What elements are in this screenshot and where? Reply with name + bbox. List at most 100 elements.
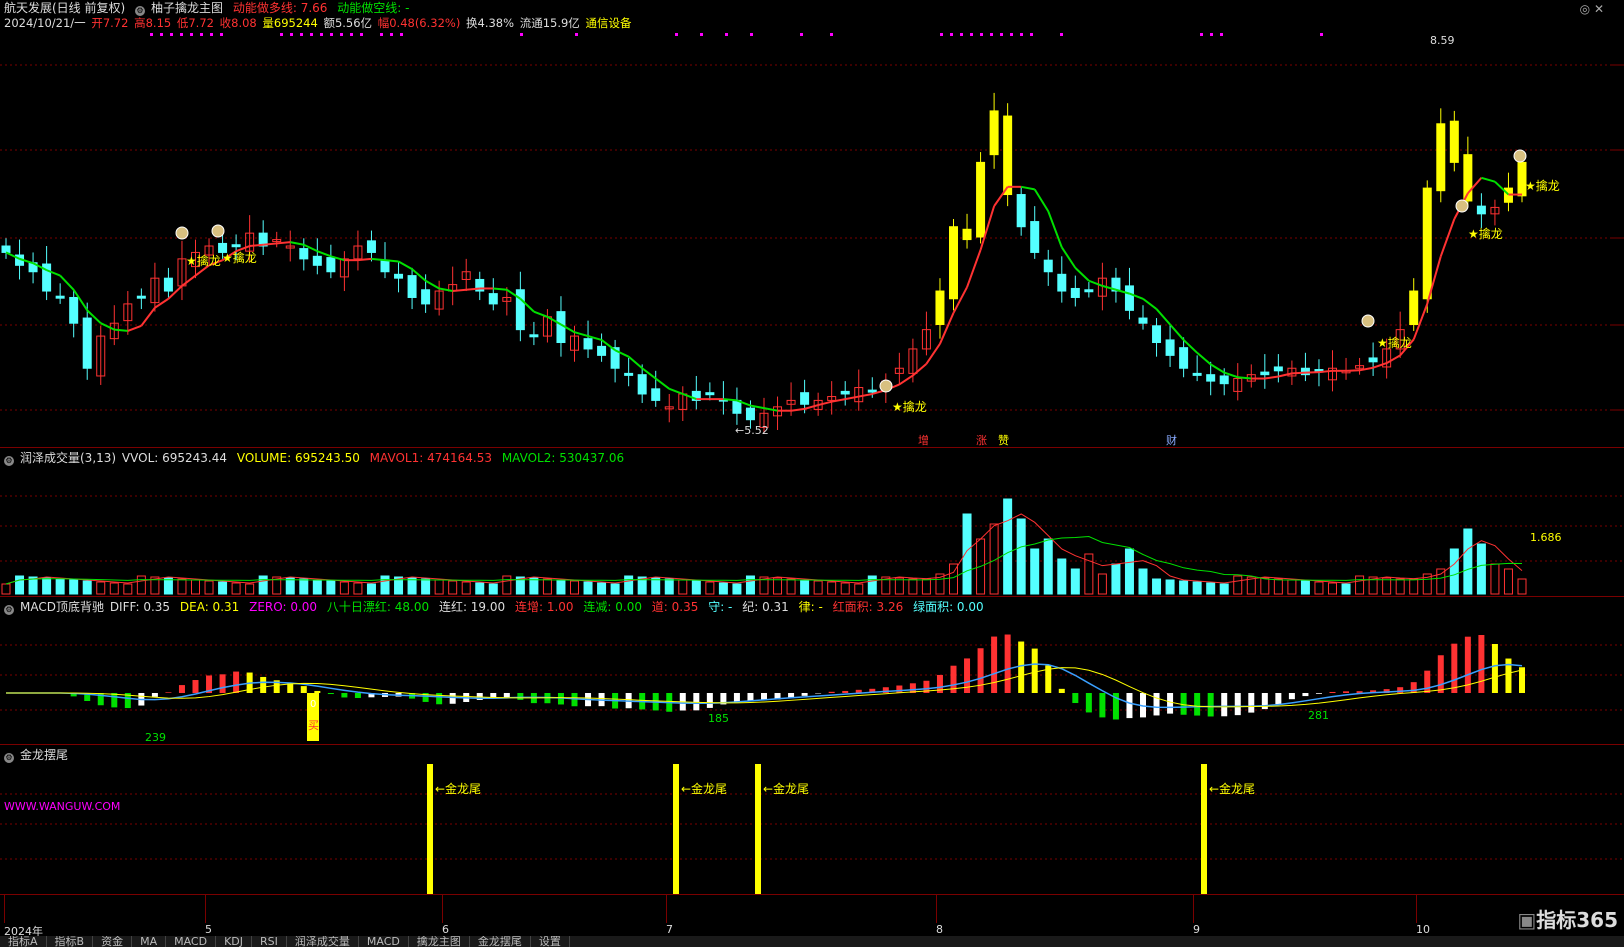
candlestick-chart[interactable]: 8.59←5.52★擒龙 ★擒龙★擒龙★擒龙★擒龙★擒龙增涨赞财: [0, 30, 1624, 447]
dragon-tail-label: ←金龙尾: [681, 781, 727, 796]
signal-dot: [1010, 33, 1013, 36]
dragon-chart[interactable]: ←金龙尾 ←金龙尾 ←金龙尾 ←金龙尾: [0, 764, 1624, 894]
volume-bar: [1287, 579, 1297, 595]
ma-line: [1196, 352, 1212, 366]
candle-body: [1043, 259, 1053, 273]
signal-dot: [575, 33, 578, 36]
volume-bar: [1517, 578, 1527, 595]
settings-icon[interactable]: ⚙: [4, 753, 14, 763]
bottom-tab[interactable]: KDJ: [216, 936, 253, 947]
bottom-tab[interactable]: 擒龙主图: [408, 936, 470, 947]
signal-dot: [380, 33, 383, 36]
candle-body: [1030, 221, 1040, 253]
mavol1-value: MAVOL1: 474164.53: [369, 451, 492, 465]
mavol1-line: [5, 513, 1523, 585]
macd-bar: [1248, 693, 1255, 713]
ma-line: [790, 407, 805, 412]
minimize-icon[interactable]: ◎: [1580, 2, 1590, 16]
macd-bar: [1275, 693, 1282, 705]
bottom-tab[interactable]: 润泽成交量: [286, 936, 359, 947]
macd-bar: [436, 693, 443, 705]
candle-body: [597, 345, 607, 356]
volume-bar: [840, 582, 850, 595]
ma-line: [1481, 176, 1496, 183]
volume-bar: [1165, 579, 1175, 595]
mavol2-value: MAVOL2: 530437.06: [501, 451, 625, 465]
macd-bar: [1004, 634, 1011, 693]
bottom-tab[interactable]: MACD: [166, 936, 217, 947]
quote-sector[interactable]: 通信设备: [585, 16, 631, 30]
x-axis-tick: [666, 895, 667, 923]
candle-body: [949, 226, 958, 300]
main-indicator-name[interactable]: 柚子擒龙主图: [151, 1, 223, 15]
bottom-tab[interactable]: 设置: [530, 936, 570, 947]
ma-line: [993, 186, 1009, 207]
volume-title[interactable]: 润泽成交量(3,13): [20, 451, 116, 465]
volume-bar: [1503, 568, 1513, 595]
x-axis-tick: [442, 895, 443, 923]
bottom-tab[interactable]: 指标A: [0, 936, 47, 947]
macd-title[interactable]: MACD顶底背驰: [20, 600, 104, 614]
candle-body: [1165, 339, 1175, 356]
candle-body: [651, 388, 661, 401]
signal-dot: [330, 33, 333, 36]
dragon-signal-label: ★擒龙: [1468, 226, 1503, 241]
bottom-tab[interactable]: MA: [132, 936, 167, 947]
bottom-tab[interactable]: 指标B: [46, 936, 94, 947]
macd-bar: [693, 693, 700, 711]
volume-chart[interactable]: 1.686: [0, 466, 1624, 596]
macd-bar: [1072, 693, 1079, 704]
dragon-title[interactable]: 金龙摆尾: [20, 748, 68, 762]
macd-bar: [1451, 643, 1458, 693]
x-axis-label: 6: [442, 923, 449, 936]
bottom-tab[interactable]: 资金: [93, 936, 133, 947]
volume-bar: [773, 577, 783, 595]
macd-bar: [1478, 635, 1485, 693]
volume-bar: [800, 579, 810, 595]
volume-bar: [1192, 581, 1202, 595]
macd-bar: [111, 693, 118, 708]
bottom-tab[interactable]: MACD: [358, 936, 409, 947]
volume-bar: [218, 581, 228, 595]
event-tag: 涨: [976, 434, 987, 447]
lianjian-value: 连减: 0.00: [583, 600, 642, 614]
signal-dot: [1000, 33, 1003, 36]
candle-body: [69, 296, 79, 324]
volume-bar: [1043, 538, 1053, 595]
diff-line: [6, 663, 1523, 709]
close-icon[interactable]: ✕: [1594, 2, 1604, 16]
volume-bar: [962, 513, 972, 595]
candle-body: [1070, 287, 1080, 298]
volume-bar: [82, 580, 92, 595]
signal-dot: [320, 33, 323, 36]
ma-line: [1264, 375, 1279, 380]
settings-icon[interactable]: ⚙: [4, 605, 14, 615]
volume-bar: [908, 578, 918, 595]
macd-bar: [801, 693, 808, 696]
signal-dot: [190, 33, 193, 36]
volume-bar: [1070, 568, 1080, 595]
stock-name[interactable]: 航天发展(日线 前复权): [4, 1, 125, 15]
signal-dot: [980, 33, 983, 36]
candle-body: [488, 293, 498, 305]
volume-bar: [691, 580, 701, 595]
quote-close: 收8.08: [219, 16, 257, 30]
macd-bar: [1424, 670, 1431, 693]
ma-line: [140, 307, 156, 327]
volume-bar: [678, 579, 688, 595]
macd-bar: [1315, 693, 1322, 694]
candle-body: [1, 245, 11, 253]
bottom-tab[interactable]: RSI: [252, 936, 287, 947]
money-bag-icon: [1455, 199, 1469, 213]
settings-icon[interactable]: ⚙: [4, 456, 14, 466]
x-axis: 2024年 5 6 7 8 9 10: [0, 895, 1624, 938]
macd-chart[interactable]: 239 185 281 0 买: [0, 615, 1624, 744]
macd-bar: [842, 690, 849, 693]
money-bag-icon: [175, 226, 189, 240]
bottom-tab[interactable]: 金龙摆尾: [469, 936, 531, 947]
signal-dot: [280, 33, 283, 36]
signal-dot: [830, 33, 833, 36]
ma-line: [912, 363, 928, 377]
volume-bar: [1138, 568, 1148, 595]
shou-value: 守: -: [708, 600, 733, 614]
